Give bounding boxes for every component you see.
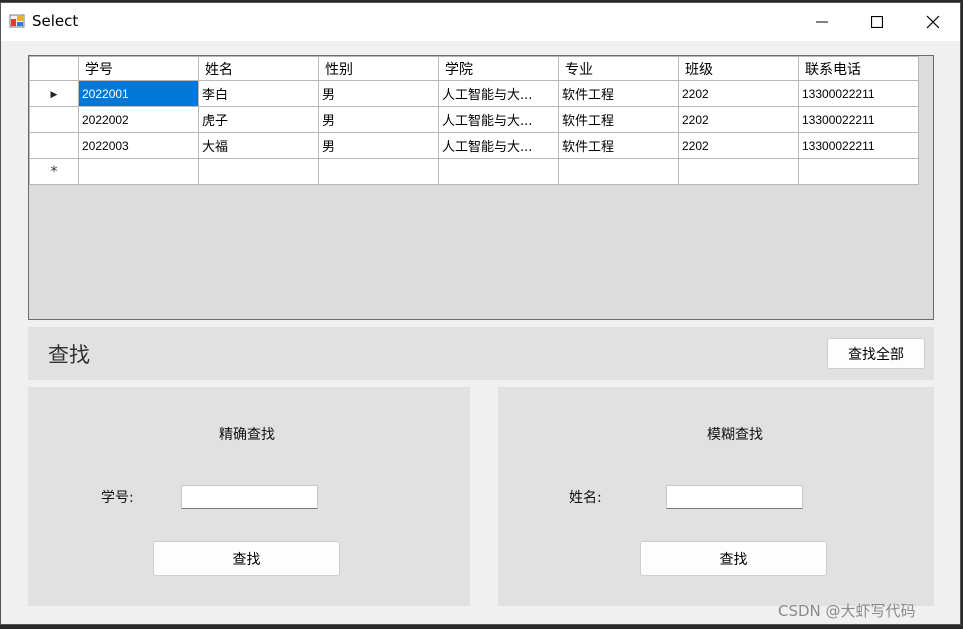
cell-name[interactable]: 大福 xyxy=(198,132,319,159)
cell-college[interactable]: 人工智能与大... xyxy=(438,106,559,133)
cell-college[interactable]: 人工智能与大... xyxy=(438,132,559,159)
title-bar[interactable]: Select xyxy=(1,3,960,41)
cell-phone[interactable]: 13300022211 xyxy=(798,106,919,133)
fuzzy-search-title: 模糊查找 xyxy=(707,427,763,443)
cell-gender[interactable] xyxy=(318,158,439,185)
search-title: 查找 xyxy=(48,343,90,367)
row-header[interactable] xyxy=(29,132,79,159)
fuzzy-search-panel: 模糊查找 姓名: 查找 xyxy=(498,387,934,606)
cell-major[interactable]: 软件工程 xyxy=(558,106,679,133)
find-all-button[interactable]: 查找全部 xyxy=(827,338,925,369)
exact-search-button[interactable]: 查找 xyxy=(153,541,340,576)
row-header[interactable]: ▶ xyxy=(29,80,79,107)
cell-phone[interactable]: 13300022211 xyxy=(798,132,919,159)
row-header[interactable] xyxy=(29,106,79,133)
table-row[interactable]: 2022003 大福 男 人工智能与大... 软件工程 2202 1330002… xyxy=(29,132,919,159)
grid-header-row: 学号 姓名 性别 学院 专业 班级 联系电话 xyxy=(29,56,919,81)
cell-phone[interactable] xyxy=(798,158,919,185)
name-input[interactable] xyxy=(666,485,803,509)
search-header-panel: 查找 查找全部 xyxy=(28,327,934,380)
close-icon xyxy=(926,15,940,29)
cell-student-id[interactable]: 2022003 xyxy=(78,132,199,159)
cell-student-id[interactable] xyxy=(78,158,199,185)
column-header-student-id[interactable]: 学号 xyxy=(78,56,199,81)
column-header-major[interactable]: 专业 xyxy=(558,56,679,81)
current-row-icon: ▶ xyxy=(50,90,58,100)
column-header-college[interactable]: 学院 xyxy=(438,56,559,81)
select-window: Select 学号 姓名 性别 学院 专业 班级 联系电话 ▶ 2022001 … xyxy=(0,2,961,625)
cell-college[interactable]: 人工智能与大... xyxy=(438,80,559,107)
cell-class[interactable]: 2202 xyxy=(678,106,799,133)
cell-major[interactable] xyxy=(558,158,679,185)
student-id-label: 学号: xyxy=(101,490,134,506)
cell-name[interactable]: 虎子 xyxy=(198,106,319,133)
watermark: CSDN @大虾写代码 xyxy=(778,602,916,620)
students-grid[interactable]: 学号 姓名 性别 学院 专业 班级 联系电话 ▶ 2022001 李白 男 人工… xyxy=(28,55,934,320)
cell-gender[interactable]: 男 xyxy=(318,132,439,159)
name-label: 姓名: xyxy=(569,490,602,506)
cell-class[interactable] xyxy=(678,158,799,185)
app-icon xyxy=(9,14,25,28)
cell-gender[interactable]: 男 xyxy=(318,106,439,133)
cell-major[interactable]: 软件工程 xyxy=(558,80,679,107)
column-header-gender[interactable]: 性别 xyxy=(318,56,439,81)
maximize-icon xyxy=(871,16,883,28)
table-row[interactable]: ▶ 2022001 李白 男 人工智能与大... 软件工程 2202 13300… xyxy=(29,80,919,107)
table-row[interactable]: 2022002 虎子 男 人工智能与大... 软件工程 2202 1330002… xyxy=(29,106,919,133)
cell-major[interactable]: 软件工程 xyxy=(558,132,679,159)
close-button[interactable] xyxy=(910,3,956,41)
grid-table: 学号 姓名 性别 学院 专业 班级 联系电话 ▶ 2022001 李白 男 人工… xyxy=(29,56,919,185)
new-row-icon: * xyxy=(50,163,58,180)
column-header-name[interactable]: 姓名 xyxy=(198,56,319,81)
fuzzy-search-button[interactable]: 查找 xyxy=(640,541,827,576)
row-header[interactable]: * xyxy=(29,158,79,185)
row-header-corner[interactable] xyxy=(29,56,79,81)
cell-college[interactable] xyxy=(438,158,559,185)
maximize-button[interactable] xyxy=(854,3,900,41)
student-id-input[interactable] xyxy=(181,485,318,509)
minimize-button[interactable] xyxy=(799,3,845,41)
cell-student-id[interactable]: 2022001 xyxy=(78,80,199,107)
cell-class[interactable]: 2202 xyxy=(678,132,799,159)
exact-search-panel: 精确查找 学号: 查找 xyxy=(28,387,470,606)
cell-class[interactable]: 2202 xyxy=(678,80,799,107)
cell-name[interactable] xyxy=(198,158,319,185)
cell-name[interactable]: 李白 xyxy=(198,80,319,107)
cell-phone[interactable]: 13300022211 xyxy=(798,80,919,107)
column-header-phone[interactable]: 联系电话 xyxy=(798,56,919,81)
window-title: Select xyxy=(32,12,79,30)
minimize-icon xyxy=(816,21,828,23)
cell-student-id[interactable]: 2022002 xyxy=(78,106,199,133)
column-header-class[interactable]: 班级 xyxy=(678,56,799,81)
cell-gender[interactable]: 男 xyxy=(318,80,439,107)
exact-search-title: 精确查找 xyxy=(219,427,275,443)
new-row[interactable]: * xyxy=(29,158,919,185)
